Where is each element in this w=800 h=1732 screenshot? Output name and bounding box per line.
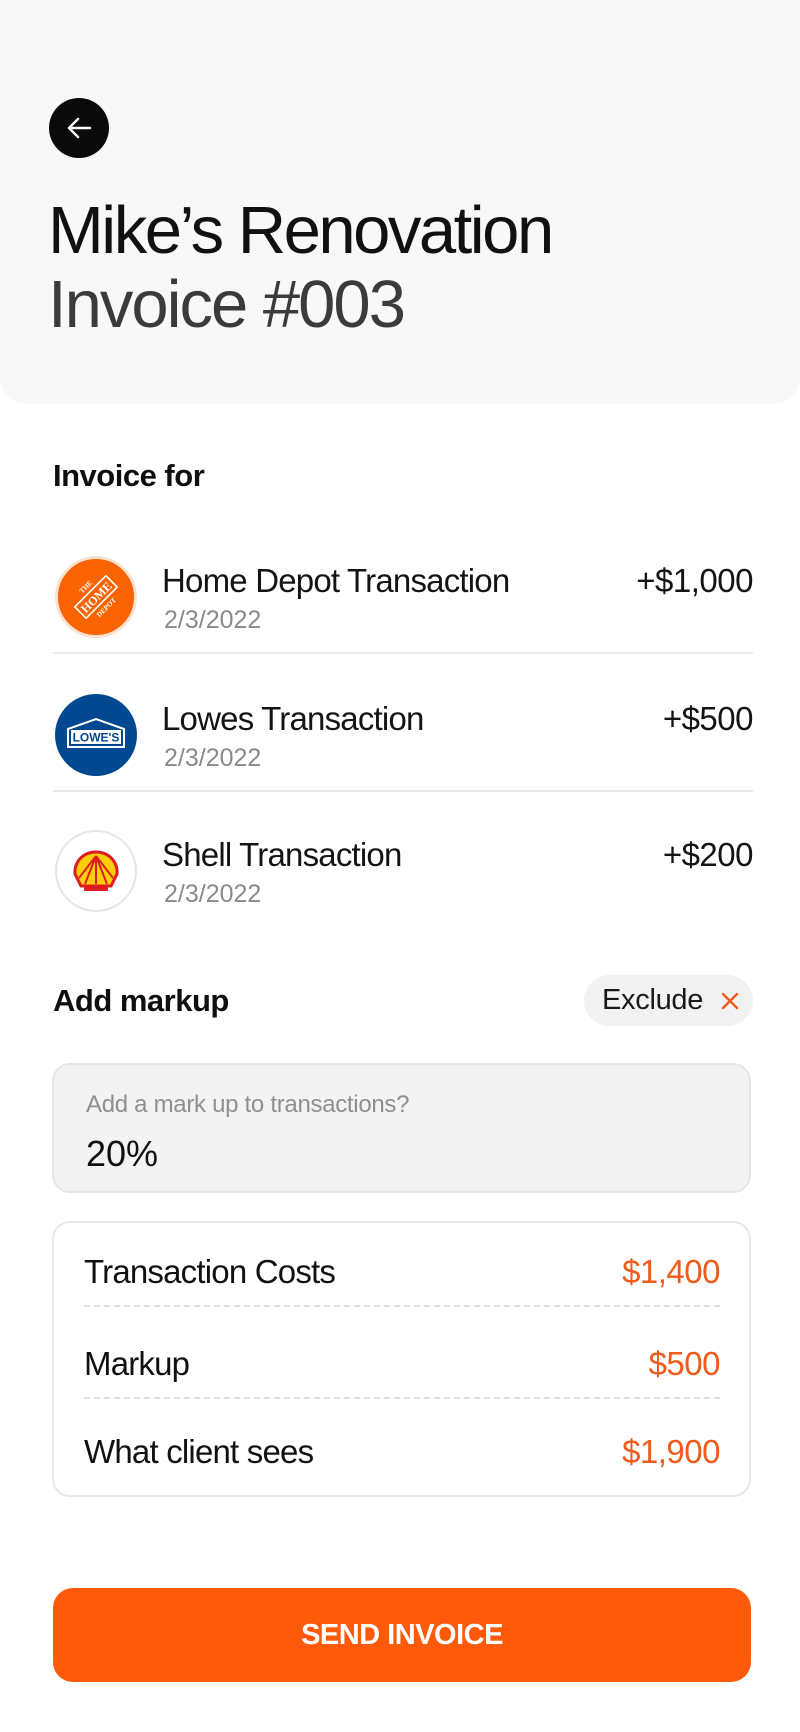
- page-title: Mike’s Renovation: [48, 193, 554, 268]
- transaction-amount: +$1,000: [636, 562, 753, 599]
- transaction-date: 2/3/2022: [164, 880, 262, 908]
- close-icon: [721, 992, 739, 1010]
- summary-label: What client sees: [84, 1433, 314, 1470]
- markup-input[interactable]: Add a mark up to transactions? 20%: [52, 1063, 751, 1193]
- transaction-name: Home Depot Transaction: [162, 562, 510, 599]
- add-markup-heading: Add markup: [53, 983, 229, 1018]
- transaction-row[interactable]: LOWE'S Lowes Transaction 2/3/2022 +$500: [53, 694, 754, 792]
- summary-label: Markup: [84, 1345, 190, 1382]
- invoice-header: Mike’s Renovation Invoice #003: [0, 0, 800, 404]
- arrow-left-icon: [67, 117, 92, 139]
- transaction-name: Shell Transaction: [162, 836, 402, 873]
- lowes-logo: LOWE'S: [55, 694, 137, 776]
- transaction-amount: +$500: [662, 700, 754, 737]
- summary-row-markup: Markup $500: [84, 1337, 721, 1399]
- svg-text:LOWE'S: LOWE'S: [73, 731, 120, 745]
- exclude-label: Exclude: [602, 984, 704, 1016]
- cost-summary-card: Transaction Costs $1,400 Markup $500 Wha…: [52, 1221, 751, 1497]
- summary-row-client-total: What client sees $1,900: [84, 1425, 720, 1485]
- invoice-for-heading: Invoice for: [53, 458, 205, 493]
- transaction-date: 2/3/2022: [164, 606, 262, 634]
- transaction-name: Lowes Transaction: [162, 700, 424, 737]
- markup-input-value[interactable]: 20%: [86, 1133, 158, 1175]
- shell-logo: [55, 830, 137, 912]
- transaction-amount: +$200: [662, 836, 754, 873]
- invoice-number: Invoice #003: [48, 267, 406, 342]
- send-invoice-button[interactable]: SEND INVOICE: [53, 1588, 751, 1682]
- transaction-row[interactable]: Shell Transaction 2/3/2022 +$200: [53, 830, 754, 926]
- markup-input-label: Add a mark up to transactions?: [86, 1091, 410, 1118]
- summary-value: $1,900: [622, 1433, 720, 1470]
- summary-value: $1,400: [622, 1253, 720, 1290]
- summary-label: Transaction Costs: [84, 1253, 336, 1290]
- summary-row-transaction-costs: Transaction Costs $1,400: [84, 1245, 720, 1307]
- home-depot-logo: HOME THE DEPOT: [55, 556, 137, 638]
- transaction-date: 2/3/2022: [164, 744, 262, 772]
- summary-value: $500: [648, 1345, 721, 1382]
- exclude-markup-button[interactable]: Exclude: [584, 975, 753, 1026]
- back-button[interactable]: [49, 98, 109, 158]
- transaction-row[interactable]: HOME THE DEPOT Home Depot Transaction 2/…: [53, 556, 753, 654]
